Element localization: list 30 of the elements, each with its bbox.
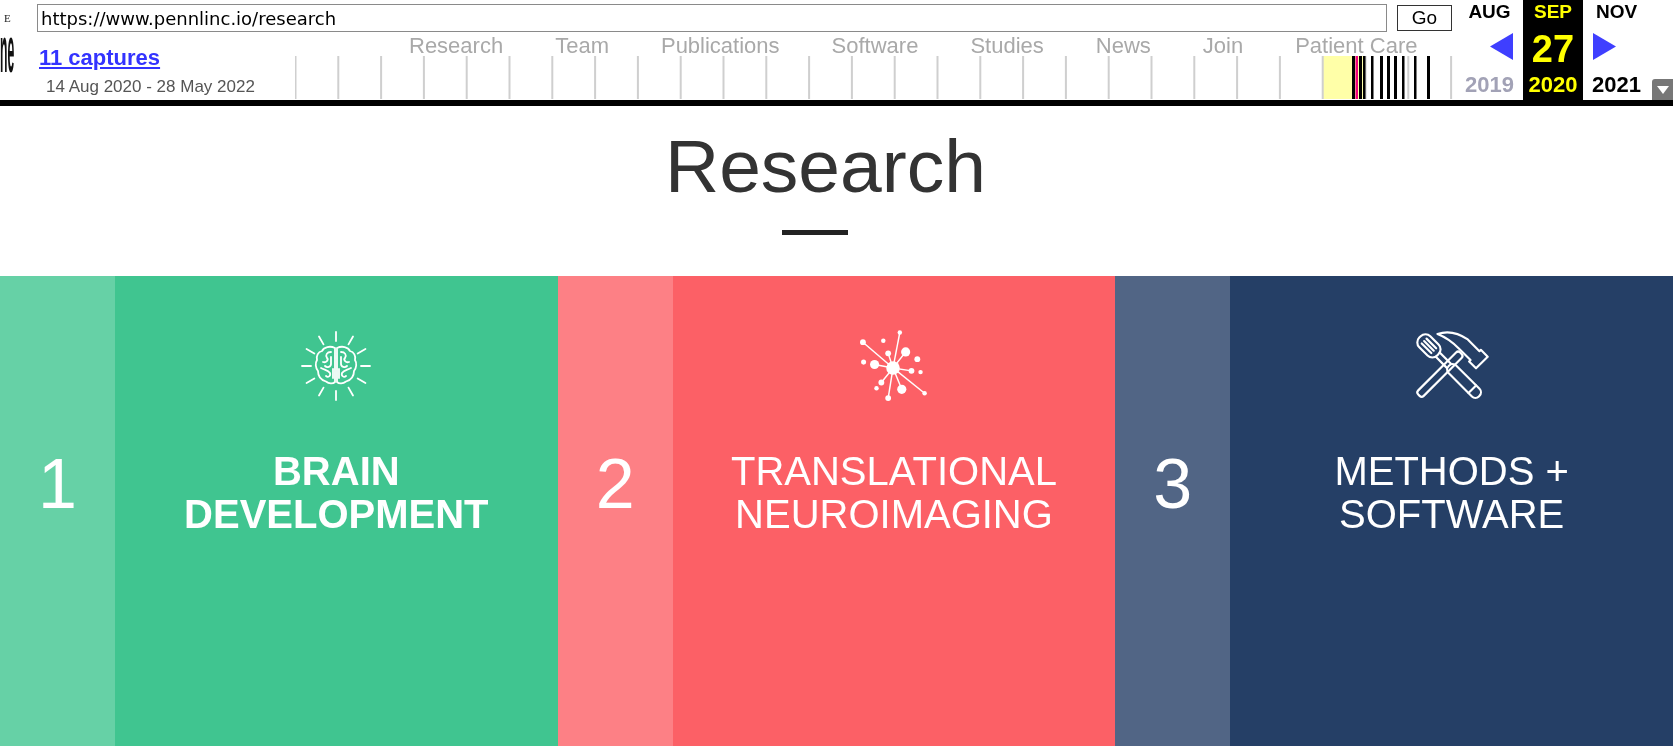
capture-date-range: 14 Aug 2020 - 28 May 2022 (46, 77, 255, 97)
research-area-panel[interactable]: METHODS + SOFTWARE (1230, 276, 1673, 746)
month-label[interactable]: AUG (1468, 1, 1511, 23)
area-number: 1 (38, 449, 77, 519)
dropdown-button[interactable] (1652, 79, 1673, 100)
capture-bar[interactable] (1402, 56, 1405, 99)
capture-bar[interactable] (1414, 56, 1417, 99)
capture-bar[interactable] (1371, 56, 1374, 99)
month-label[interactable]: SEP (1534, 1, 1572, 23)
year-label[interactable]: 2020 (1528, 74, 1578, 96)
area-number: 3 (1153, 449, 1193, 519)
area-title: METHODS + SOFTWARE (1333, 450, 1570, 536)
month-label[interactable]: NOV (1595, 1, 1638, 23)
day-number: 27 (1531, 31, 1575, 67)
url-field[interactable]: https://www.pennlinc.io/research (37, 4, 1387, 32)
area-title: BRAIN DEVELOPMENT (183, 450, 490, 536)
left-arrow-icon[interactable] (1490, 33, 1513, 60)
logo-text[interactable]: ne (0, 33, 15, 73)
caret-icon (1656, 85, 1669, 94)
right-arrow-icon[interactable] (1593, 33, 1616, 60)
page-title: Research (665, 129, 986, 204)
brain-icon (300, 330, 373, 402)
area-title: TRANSLATIONAL NEUROIMAGING (730, 450, 1058, 536)
capture-bar[interactable] (1363, 56, 1366, 99)
captures-link[interactable]: 11 captures (39, 45, 161, 71)
go-button[interactable]: Go (1397, 5, 1452, 31)
year-label[interactable]: 2021 (1592, 74, 1641, 96)
network-icon (860, 330, 928, 402)
area-number: 2 (595, 449, 635, 519)
logo-text[interactable]: E (4, 12, 11, 24)
